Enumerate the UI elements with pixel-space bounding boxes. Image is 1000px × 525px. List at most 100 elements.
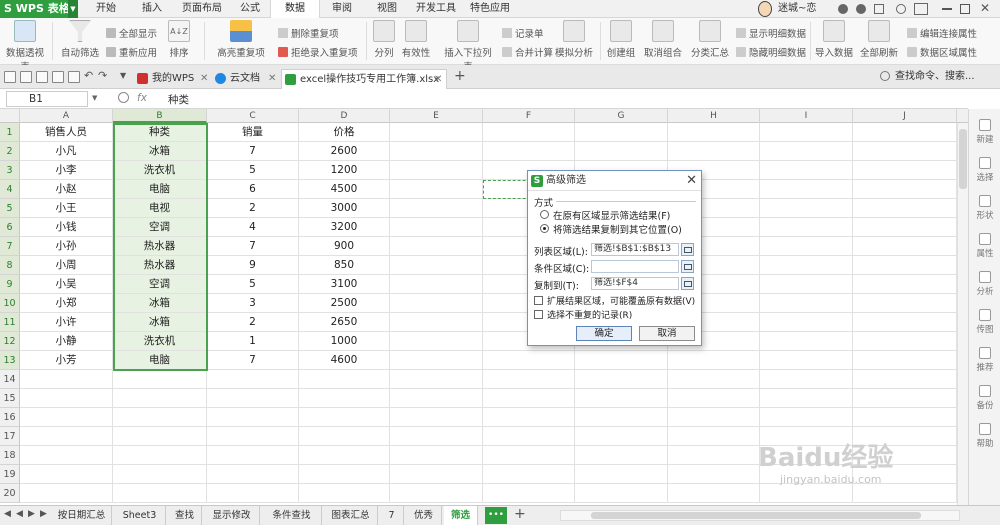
- empty-cell[interactable]: [113, 427, 207, 446]
- table-cell[interactable]: 热水器: [113, 256, 207, 275]
- empty-cell[interactable]: [207, 389, 299, 408]
- empty-cell[interactable]: [390, 313, 483, 332]
- table-cell[interactable]: 小芳: [20, 351, 113, 370]
- empty-cell[interactable]: [20, 465, 113, 484]
- empty-cell[interactable]: [483, 484, 575, 503]
- empty-cell[interactable]: [760, 332, 853, 351]
- sheet-tab[interactable]: 查找: [168, 506, 202, 525]
- column-header-h[interactable]: H: [668, 109, 760, 123]
- empty-cell[interactable]: [760, 123, 853, 142]
- table-cell[interactable]: 冰箱: [113, 142, 207, 161]
- empty-cell[interactable]: [390, 465, 483, 484]
- table-cell[interactable]: 小孙: [20, 237, 113, 256]
- highlight-duplicates-button[interactable]: 高亮重复项: [214, 20, 268, 59]
- empty-cell[interactable]: [207, 465, 299, 484]
- empty-cell[interactable]: [113, 370, 207, 389]
- table-cell[interactable]: 电脑: [113, 180, 207, 199]
- menu-item-formula[interactable]: 公式: [240, 0, 260, 18]
- table-cell[interactable]: 小静: [20, 332, 113, 351]
- empty-cell[interactable]: [853, 408, 957, 427]
- empty-cell[interactable]: [299, 427, 390, 446]
- empty-cell[interactable]: [483, 465, 575, 484]
- table-cell[interactable]: 900: [299, 237, 390, 256]
- empty-cell[interactable]: [483, 370, 575, 389]
- table-cell[interactable]: 小郑: [20, 294, 113, 313]
- empty-cell[interactable]: [390, 332, 483, 351]
- list-range-input[interactable]: 筛选!$B$1:$B$13: [591, 243, 679, 256]
- table-cell[interactable]: 3200: [299, 218, 390, 237]
- save-icon[interactable]: [36, 71, 48, 83]
- empty-cell[interactable]: [575, 351, 668, 370]
- empty-cell[interactable]: [853, 237, 957, 256]
- help-icon[interactable]: [896, 4, 906, 14]
- row-header-20[interactable]: 20: [0, 484, 20, 503]
- refresh-all-button[interactable]: 全部刷新: [856, 20, 902, 59]
- row-header-16[interactable]: 16: [0, 408, 20, 427]
- empty-cell[interactable]: [760, 313, 853, 332]
- cancel-button[interactable]: 取消: [639, 326, 695, 341]
- menu-item-features[interactable]: 特色应用: [470, 0, 510, 18]
- empty-cell[interactable]: [20, 389, 113, 408]
- table-cell[interactable]: 7: [207, 351, 299, 370]
- empty-cell[interactable]: [760, 161, 853, 180]
- empty-cell[interactable]: [668, 123, 760, 142]
- table-cell[interactable]: 5: [207, 161, 299, 180]
- right-panel-item-3[interactable]: 属性: [969, 233, 1000, 259]
- empty-cell[interactable]: [760, 180, 853, 199]
- formula-input[interactable]: 种类: [168, 92, 189, 107]
- empty-cell[interactable]: [575, 123, 668, 142]
- right-panel-item-1[interactable]: 选择: [969, 157, 1000, 183]
- empty-cell[interactable]: [483, 142, 575, 161]
- empty-cell[interactable]: [483, 351, 575, 370]
- sort-button[interactable]: A↓Z 排序: [160, 20, 198, 59]
- maximize-icon[interactable]: [960, 4, 970, 14]
- empty-cell[interactable]: [575, 408, 668, 427]
- row-header-6[interactable]: 6: [0, 218, 20, 237]
- table-cell[interactable]: 小吴: [20, 275, 113, 294]
- row-header-9[interactable]: 9: [0, 275, 20, 294]
- right-panel-item-2[interactable]: 形状: [969, 195, 1000, 221]
- table-cell[interactable]: 2: [207, 199, 299, 218]
- row-header-11[interactable]: 11: [0, 313, 20, 332]
- user-name[interactable]: 迷城~恋: [778, 0, 816, 18]
- range-properties-button[interactable]: 数据区域属性: [907, 45, 977, 59]
- table-cell[interactable]: 电脑: [113, 351, 207, 370]
- empty-cell[interactable]: [668, 142, 760, 161]
- menu-item-review[interactable]: 审阅: [332, 0, 352, 18]
- empty-cell[interactable]: [853, 218, 957, 237]
- table-cell[interactable]: 1000: [299, 332, 390, 351]
- add-tab-button[interactable]: +: [454, 68, 466, 84]
- horizontal-scrollbar[interactable]: [560, 510, 960, 521]
- app-logo-menu[interactable]: S WPS 表格 ▼: [0, 0, 78, 18]
- empty-cell[interactable]: [207, 408, 299, 427]
- unique-records-checkbox[interactable]: [534, 310, 543, 319]
- empty-cell[interactable]: [760, 218, 853, 237]
- empty-cell[interactable]: [390, 446, 483, 465]
- table-cell[interactable]: 小赵: [20, 180, 113, 199]
- empty-cell[interactable]: [390, 256, 483, 275]
- tab-workbook[interactable]: excel操作技巧专用工作簿.xlsx *✕: [281, 69, 447, 105]
- column-header-b[interactable]: B: [113, 109, 207, 123]
- empty-cell[interactable]: [483, 408, 575, 427]
- close-icon[interactable]: ✕: [686, 172, 697, 190]
- empty-cell[interactable]: [483, 123, 575, 142]
- empty-cell[interactable]: [299, 389, 390, 408]
- empty-cell[interactable]: [390, 408, 483, 427]
- sheet-tab[interactable]: Sheet3: [114, 506, 166, 525]
- row-header-5[interactable]: 5: [0, 199, 20, 218]
- sheet-tab[interactable]: 按日期汇总: [52, 506, 112, 525]
- table-cell[interactable]: 空调: [113, 218, 207, 237]
- right-panel-item-7[interactable]: 备份: [969, 385, 1000, 411]
- table-cell[interactable]: 7: [207, 142, 299, 161]
- empty-cell[interactable]: [760, 408, 853, 427]
- empty-cell[interactable]: [853, 351, 957, 370]
- menu-item-insert[interactable]: 插入: [142, 0, 162, 18]
- column-header-d[interactable]: D: [299, 109, 390, 123]
- empty-cell[interactable]: [299, 370, 390, 389]
- criteria-range-picker-icon[interactable]: [681, 260, 694, 273]
- select-all-corner[interactable]: [0, 109, 20, 123]
- empty-cell[interactable]: [390, 180, 483, 199]
- table-cell[interactable]: 4600: [299, 351, 390, 370]
- empty-cell[interactable]: [760, 142, 853, 161]
- empty-cell[interactable]: [853, 123, 957, 142]
